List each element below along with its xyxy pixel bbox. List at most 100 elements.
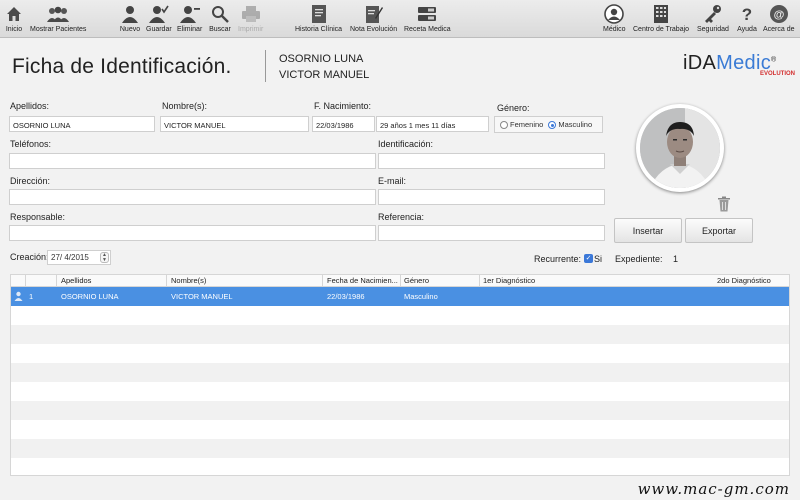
toolbar-nota-evolucion-label: Nota Evolución — [350, 26, 398, 33]
toolbar-eliminar-button[interactable]: Eliminar — [177, 3, 202, 33]
toolbar-nuevo-button[interactable]: Nuevo — [119, 3, 141, 33]
patient-name: OSORNIO LUNA VICTOR MANUEL — [279, 51, 369, 83]
toolbar-mostrar-pacientes-button[interactable]: Mostrar Pacientes — [30, 3, 86, 33]
doctor-icon — [603, 3, 625, 25]
logo-subtitle: EVOLUTION — [759, 71, 795, 77]
row-number: 1 — [29, 292, 34, 301]
delete-user-icon — [179, 3, 201, 25]
table-row-empty[interactable] — [11, 363, 789, 382]
table-row[interactable]: 1 OSORNIO LUNA VICTOR MANUEL 22/03/1986 … — [11, 287, 789, 306]
expediente-label: Expediente: — [615, 254, 663, 264]
patient-photo-image — [640, 108, 720, 188]
about-icon: @ — [768, 3, 790, 25]
table-row-empty[interactable] — [11, 306, 789, 325]
responsable-field[interactable] — [9, 225, 376, 241]
toolbar-buscar-label: Buscar — [209, 26, 231, 33]
date-stepper[interactable]: ▲ ▼ — [100, 252, 109, 263]
email-field[interactable] — [378, 189, 605, 205]
svg-text:@: @ — [773, 9, 784, 21]
patient-name-line1: OSORNIO LUNA — [279, 53, 364, 65]
table-header: Apellidos Nombre(s) Fecha de Nacimien...… — [11, 275, 789, 287]
building-icon — [650, 3, 672, 25]
referencia-label: Referencia: — [378, 212, 425, 222]
th-apellidos[interactable]: Apellidos — [61, 276, 91, 285]
trash-icon[interactable] — [717, 196, 731, 212]
th-diag2[interactable]: 2do Diagnóstico — [717, 276, 771, 285]
referencia-field[interactable] — [378, 225, 605, 241]
patients-icon — [47, 3, 70, 25]
creacion-date-field[interactable]: 27/ 4/2015 ▲ ▼ — [47, 250, 111, 265]
th-genero[interactable]: Género — [404, 276, 429, 285]
table-row-empty[interactable] — [11, 325, 789, 344]
identificacion-field[interactable] — [378, 153, 605, 169]
nombres-field[interactable]: VICTOR MANUEL — [160, 116, 309, 132]
toolbar-centro-trabajo-label: Centro de Trabajo — [633, 26, 690, 33]
toolbar-seguridad-button[interactable]: Seguridad — [697, 3, 729, 33]
svg-text:?: ? — [742, 5, 752, 24]
toolbar-ayuda-label: Ayuda — [737, 26, 757, 33]
table-row-empty[interactable] — [11, 401, 789, 420]
th-fecha[interactable]: Fecha de Nacimien... — [327, 276, 398, 285]
row-user-icon — [14, 291, 23, 303]
apellidos-field[interactable]: OSORNIO LUNA — [9, 116, 155, 132]
recurrente-option-label: Si — [594, 254, 603, 264]
nacimiento-field[interactable]: 22/03/1986 — [312, 116, 375, 132]
toolbar-medico-button[interactable]: Médico — [603, 3, 626, 33]
toolbar-centro-trabajo-button[interactable]: Centro de Trabajo — [633, 3, 689, 33]
page-title: Ficha de Identificación. — [12, 55, 232, 78]
responsable-label: Responsable: — [10, 212, 66, 222]
exportar-button[interactable]: Exportar — [685, 218, 753, 243]
toolbar-imprimir-button[interactable]: Imprimir — [238, 3, 263, 33]
toolbar-receta-medica-button[interactable]: Receta Medica — [404, 3, 451, 33]
table-row-empty[interactable] — [11, 458, 789, 475]
home-icon — [3, 3, 25, 25]
toolbar-buscar-button[interactable]: Buscar — [209, 3, 231, 33]
table-row-empty[interactable] — [11, 382, 789, 401]
toolbar-guardar-button[interactable]: Guardar — [146, 3, 172, 33]
radio-masculino[interactable] — [548, 121, 557, 129]
printer-icon — [240, 3, 262, 25]
recurrente-label: Recurrente: — [534, 254, 582, 264]
apellidos-label: Apellidos: — [10, 101, 50, 111]
radio-femenino[interactable] — [500, 121, 508, 129]
insertar-button[interactable]: Insertar — [614, 218, 682, 243]
recurrente-checkbox[interactable]: ✓ — [584, 254, 593, 263]
toolbar-imprimir-label: Imprimir — [238, 26, 264, 33]
app-logo: iDAMedic® EVOLUTION — [683, 52, 795, 77]
toolbar-ayuda-button[interactable]: ? Ayuda — [736, 3, 758, 33]
creacion-date-value: 27/ 4/2015 — [51, 253, 89, 262]
evolution-note-icon — [363, 3, 385, 25]
toolbar-inicio-button[interactable]: Inicio — [3, 3, 25, 33]
toolbar: Inicio Mostrar Pacientes Nuevo Guardar E… — [0, 0, 800, 38]
genero-femenino-option[interactable]: Femenino — [500, 120, 543, 129]
patient-photo[interactable] — [636, 104, 724, 192]
clinical-history-icon — [308, 3, 330, 25]
genero-masculino-option[interactable]: Masculino — [548, 120, 592, 129]
table-row-empty[interactable] — [11, 439, 789, 458]
telefonos-field[interactable] — [9, 153, 376, 169]
toolbar-acerca-button[interactable]: @ Acerca de — [763, 3, 795, 33]
genero-label: Género: — [497, 103, 530, 113]
identificacion-label: Identificación: — [378, 139, 434, 149]
watermark: www.mac-gm.com — [637, 480, 790, 498]
toolbar-eliminar-label: Eliminar — [177, 26, 203, 33]
th-nombres[interactable]: Nombre(s) — [171, 276, 206, 285]
direccion-label: Dirección: — [10, 176, 51, 186]
title-divider — [265, 50, 266, 82]
creacion-label: Creación: — [10, 252, 49, 262]
toolbar-mostrar-pacientes-label: Mostrar Pacientes — [30, 26, 87, 33]
telefonos-label: Teléfonos: — [10, 139, 52, 149]
patient-name-line2: VICTOR MANUEL — [279, 69, 370, 81]
nombres-label: Nombre(s): — [162, 101, 208, 111]
table-row-empty[interactable] — [11, 344, 789, 363]
help-icon: ? — [736, 3, 758, 25]
direccion-field[interactable] — [9, 189, 376, 205]
toolbar-historia-clinica-button[interactable]: Historia Clínica — [295, 3, 342, 33]
toolbar-inicio-label: Inicio — [5, 26, 23, 33]
toolbar-acerca-label: Acerca de — [763, 26, 795, 33]
toolbar-nota-evolucion-button[interactable]: Nota Evolución — [350, 3, 397, 33]
toolbar-seguridad-label: Seguridad — [697, 26, 729, 33]
toolbar-nuevo-label: Nuevo — [119, 26, 141, 33]
table-row-empty[interactable] — [11, 420, 789, 439]
th-diag1[interactable]: 1er Diagnóstico — [483, 276, 535, 285]
